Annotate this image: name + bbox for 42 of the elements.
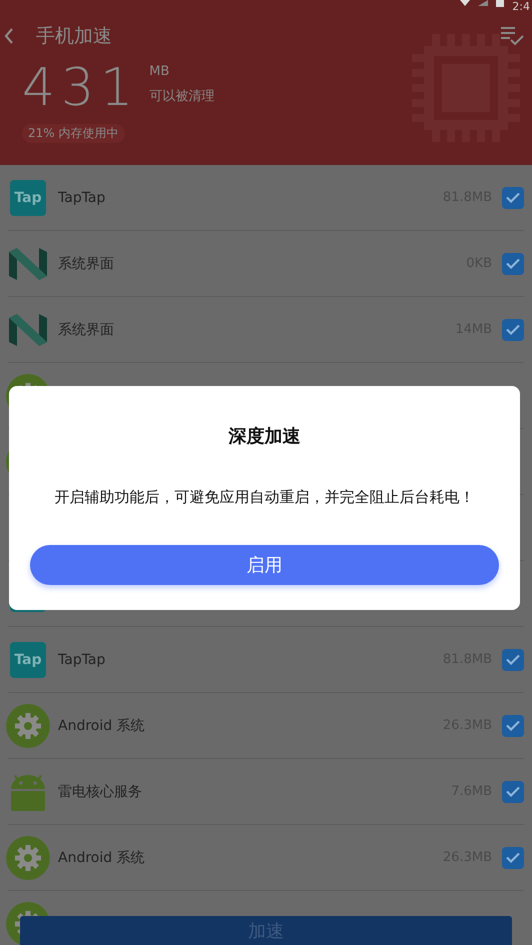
app-name: Android 系统 [58,716,146,734]
check-icon [506,654,520,665]
app-icon: Tap [10,180,46,216]
check-icon [506,852,520,863]
check-icon [506,258,520,269]
check-icon [506,192,520,203]
dialog-title: 深度加速 [228,425,300,448]
unit-label: MB [149,64,170,79]
app-icon: Tap [10,642,46,678]
dialog-message: 开启辅助功能后，可避免应用自动重启，并完全阻止后台耗电！ [54,488,474,507]
app-name: TapTap [58,190,106,206]
app-icon [9,248,47,280]
check-icon [506,720,520,731]
clock-text: 2:4 [512,0,531,13]
checkbox[interactable] [502,648,524,670]
wifi-icon [460,0,470,6]
app-name: 雷电核心服务 [58,782,143,800]
memory-amount: 431 [22,62,140,114]
app-icon [9,314,47,346]
checkbox[interactable] [502,780,524,802]
enable-button[interactable]: 启用 [30,545,499,585]
page-title: 手机加速 [36,24,112,49]
back-icon[interactable] [4,28,14,44]
amount-caption: 可以被清理 [149,88,214,105]
app-name: 系统界面 [58,320,115,338]
checkbox[interactable] [502,846,524,868]
checklist-icon[interactable] [500,26,524,46]
checkbox[interactable] [502,252,524,274]
checkbox[interactable] [502,186,524,208]
checkbox[interactable] [502,318,524,340]
gear-icon [6,704,50,748]
app-name: 系统界面 [58,254,115,272]
android-icon [9,772,47,810]
check-icon [506,324,520,335]
checkbox[interactable] [502,714,524,736]
memory-usage-badge: 21% 内存使用中 [22,124,124,143]
gear-icon [6,836,50,880]
check-icon [506,786,520,797]
battery-icon [496,0,504,7]
app-name: TapTap [58,652,106,668]
app-name: Android 系统 [58,848,146,866]
signal-icon [478,0,488,6]
